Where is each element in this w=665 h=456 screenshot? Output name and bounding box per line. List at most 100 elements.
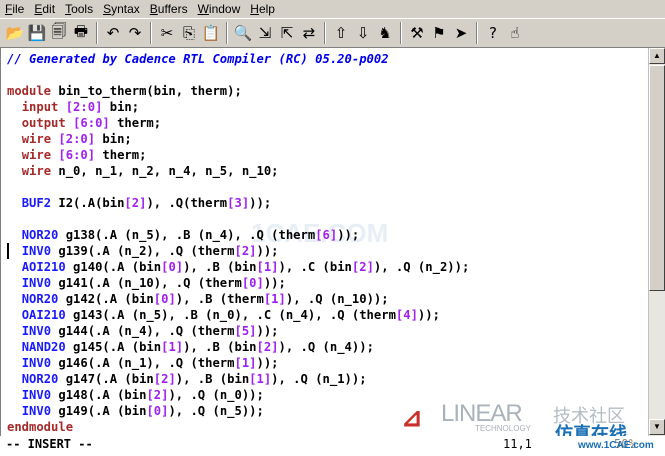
menu-window[interactable]: Window: [193, 2, 246, 16]
code-token: [5]: [234, 324, 257, 338]
save-icon[interactable]: 💾: [26, 22, 48, 44]
code-token: therm;: [109, 116, 162, 130]
menu-buffers[interactable]: Buffers: [145, 2, 193, 16]
menu-tools[interactable]: Tools: [60, 2, 98, 16]
code-token: ), .B (bin: [183, 340, 257, 354]
code-token: g147(.A (bin: [58, 372, 154, 386]
code-token: NOR20: [21, 372, 59, 386]
find-prev-icon[interactable]: ⇱: [276, 22, 298, 44]
code-line: INV0 g144(.A (n_4), .Q (therm[5]));: [7, 323, 279, 339]
code-token: bin_to_therm(bin, therm);: [51, 84, 242, 98]
code-line: BUF2 I2(.A(bin[2]), .Q(therm[3]));: [7, 195, 272, 211]
code-token: [6:0]: [58, 148, 96, 162]
linear-logo-icon: ⊿: [401, 402, 423, 432]
scroll-thumb[interactable]: [649, 65, 665, 291]
find-help-icon[interactable]: ☝: [504, 22, 526, 44]
code-token: [2]: [256, 340, 279, 354]
menu-file[interactable]: File: [0, 2, 29, 16]
code-token: [1]: [249, 372, 272, 386]
scroll-down-button[interactable]: ▼: [649, 419, 665, 435]
code-token: [0]: [241, 276, 264, 290]
print-icon[interactable]: 🖶: [70, 22, 92, 44]
open-icon[interactable]: 📂: [4, 22, 26, 44]
editor-pane[interactable]: 1CAE.COM ⊿ LINEAR TECHNOLOGY 技术社区 仿真在线 /…: [0, 48, 648, 436]
load-session-icon[interactable]: ⇧: [330, 22, 352, 44]
code-token: I2(.A(bin: [51, 196, 125, 210]
code-token: bin;: [95, 132, 132, 146]
code-token: ), .Q (n_0));: [168, 388, 264, 402]
code-token: g144(.A (n_4), .Q (therm: [51, 324, 235, 338]
jump-tag-icon[interactable]: ➤: [450, 22, 472, 44]
code-token: [0]: [146, 404, 169, 418]
code-token: n_0, n_1, n_2, n_4, n_5, n_10;: [51, 164, 279, 178]
save-all-icon[interactable]: 🗐: [48, 22, 70, 44]
code-line: OAI210 g143(.A (n_5), .B (n_0), .C (n_4)…: [7, 307, 440, 323]
code-token: endmodule: [7, 420, 74, 434]
replace-icon[interactable]: ⇄: [298, 22, 320, 44]
code-token: ), .Q (n_5));: [168, 404, 264, 418]
make-icon[interactable]: ⚒: [406, 22, 428, 44]
scroll-up-button[interactable]: ▲: [649, 48, 665, 64]
undo-icon[interactable]: ↶: [102, 22, 124, 44]
code-token: wire: [21, 148, 52, 162]
paste-icon[interactable]: 📋: [200, 22, 222, 44]
linear-sub: TECHNOLOGY: [475, 424, 532, 433]
code-token: bin;: [102, 100, 140, 114]
code-token: [2]: [153, 372, 176, 386]
code-token: ), .B (bin: [175, 372, 250, 386]
vertical-scrollbar[interactable]: ▲ ▼: [648, 48, 665, 436]
cursor-position: 11,1: [503, 437, 532, 451]
run-script-icon[interactable]: ♞: [374, 22, 396, 44]
code-line: INV0 g149(.A (bin[0]), .Q (n_5));: [7, 403, 264, 419]
find-next-icon[interactable]: ⇲: [254, 22, 276, 44]
code-token: ));: [256, 244, 279, 258]
code-token: [4]: [395, 308, 418, 322]
cut-icon[interactable]: ✂: [156, 22, 178, 44]
code-line: endmodule: [7, 419, 73, 435]
code-token: output: [21, 116, 66, 130]
toolbar: 📂 💾 🗐 🖶 ↶ ↷ ✂ ⎘ 📋 🔍 ⇲ ⇱ ⇄ ⇧ ⇩ ♞ ⚒ ⚑ ➤? ☝: [0, 18, 665, 48]
menu-help[interactable]: Help: [245, 2, 280, 16]
code-line: output [6:0] therm;: [7, 115, 161, 131]
mode-indicator: -- INSERT --: [6, 437, 93, 451]
code-token: therm;: [95, 148, 147, 162]
code-token: AOI210: [21, 260, 66, 274]
code-token: g138(.A (n_5), .B (n_4), .Q (therm: [58, 228, 316, 242]
copy-icon[interactable]: ⎘: [178, 22, 200, 44]
save-session-icon[interactable]: ⇩: [352, 22, 374, 44]
code-token: [6:0]: [73, 116, 110, 130]
code-token: [1]: [234, 356, 257, 370]
toolbar-separator: [150, 22, 152, 44]
code-token: ), .Q (n_2));: [373, 260, 470, 274]
build-tags-icon[interactable]: ⚑: [428, 22, 450, 44]
code-token: ), .B (bin: [183, 260, 257, 274]
menu-syntax[interactable]: Syntax: [98, 2, 145, 16]
code-token: input: [21, 100, 59, 114]
redo-icon[interactable]: ↷: [124, 22, 146, 44]
code-token: ), .B (therm: [175, 292, 264, 306]
watermark-logo: ⊿ LINEAR TECHNOLOGY: [401, 400, 551, 434]
code-token: ));: [417, 308, 440, 322]
code-token: NOR20: [21, 292, 59, 306]
code-token: ));: [263, 276, 286, 290]
help-icon[interactable]: ?: [482, 22, 504, 44]
code-line: NOR20 g138(.A (n_5), .B (n_4), .Q (therm…: [7, 227, 360, 243]
code-token: [1]: [256, 260, 279, 274]
watermark-cn2: 仿真在线: [555, 424, 627, 436]
code-token: ), .Q (n_10));: [285, 292, 389, 306]
code-token: ), .Q(therm: [146, 196, 228, 210]
code-token: BUF2: [21, 196, 52, 210]
code-token: INV0: [21, 244, 52, 258]
find-icon[interactable]: 🔍: [232, 22, 254, 44]
menu-edit[interactable]: Edit: [29, 2, 60, 16]
code-token: INV0: [21, 356, 52, 370]
status-bar: -- INSERT -- 11,1 50% www.1CAE.com: [0, 436, 665, 456]
